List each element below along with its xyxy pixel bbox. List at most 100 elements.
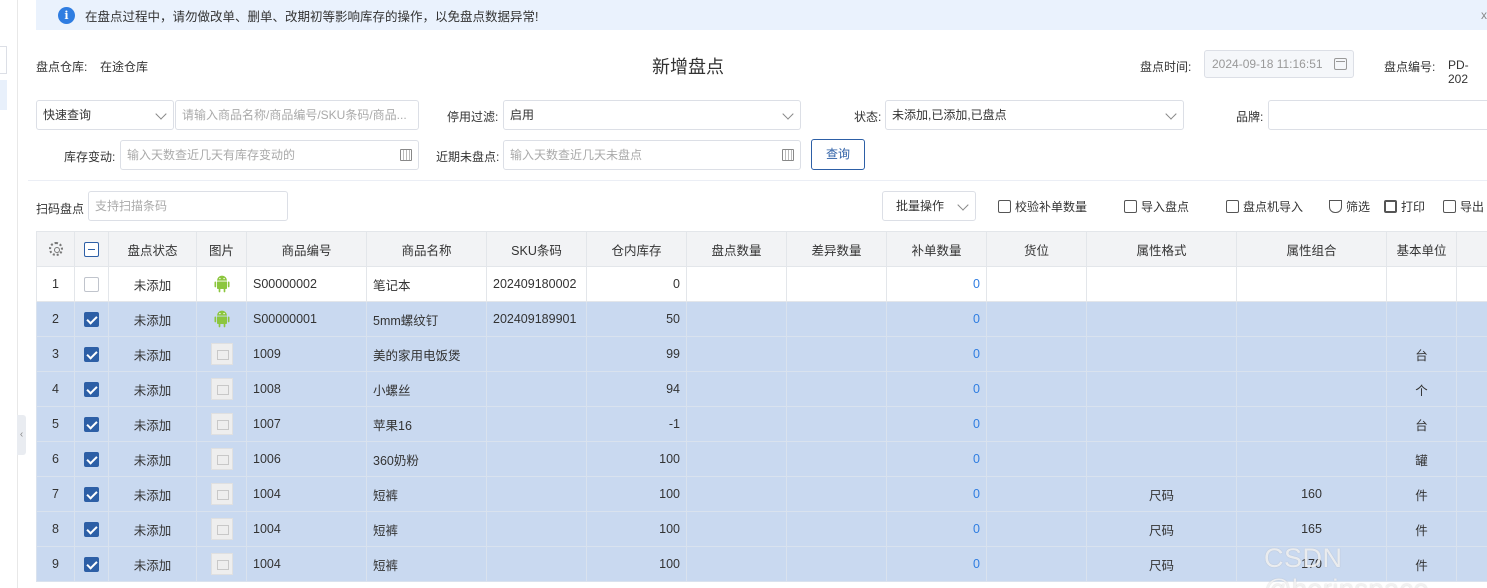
filter-button[interactable]: 筛选 (1329, 198, 1370, 215)
count-quantity[interactable] (686, 266, 787, 302)
device-import-button[interactable]: 盘点机导入 (1226, 198, 1303, 215)
row-checkbox[interactable] (84, 451, 99, 467)
column-header[interactable]: 商品名称 (366, 231, 487, 267)
stock-change-input[interactable]: 输入天数查近几天有库存变动的 (120, 140, 419, 170)
row-checkbox[interactable] (84, 381, 99, 397)
quick-query-select[interactable]: 快速查询 (36, 100, 174, 130)
supplement-quantity[interactable]: 0 (886, 336, 987, 372)
brand-select[interactable] (1268, 100, 1487, 130)
row-select[interactable] (74, 371, 109, 407)
count-time-label: 盘点时间: (1140, 60, 1192, 74)
column-header[interactable]: 属性格式 (1086, 231, 1237, 267)
supplement-quantity[interactable]: 0 (886, 546, 987, 582)
disable-filter-select[interactable]: 启用 (503, 100, 801, 130)
recent-uncounted-input[interactable]: 输入天数查近几天未盘点 (503, 140, 801, 170)
count-quantity[interactable] (686, 476, 787, 512)
close-icon[interactable]: x (1481, 8, 1487, 22)
count-quantity[interactable] (686, 511, 787, 547)
scan-input[interactable]: 支持扫描条码 (88, 191, 288, 221)
row-select[interactable] (74, 476, 109, 512)
disable-filter-value: 启用 (510, 108, 535, 122)
row-select[interactable] (74, 336, 109, 372)
supplement-quantity[interactable]: 0 (886, 406, 987, 442)
row-select[interactable] (74, 301, 109, 337)
row-select[interactable] (74, 511, 109, 547)
count-quantity[interactable] (686, 406, 787, 442)
column-header[interactable]: 差异数量 (786, 231, 887, 267)
count-quantity[interactable] (686, 336, 787, 372)
chevron-down-icon (155, 108, 167, 120)
row-checkbox[interactable] (84, 311, 99, 327)
supplement-quantity[interactable]: 0 (886, 371, 987, 407)
query-button[interactable]: 查询 (811, 139, 865, 170)
row-checkbox[interactable] (84, 521, 99, 537)
import-count-button[interactable]: 导入盘点 (1124, 198, 1189, 215)
supplement-quantity[interactable]: 0 (886, 301, 987, 337)
product-code: S00000001 (246, 301, 367, 337)
supplement-quantity[interactable]: 0 (886, 511, 987, 547)
column-header-extra (1456, 231, 1487, 267)
count-quantity[interactable] (686, 546, 787, 582)
table-row[interactable]: 5 未添加 1007 苹果16 -1 0 台 (36, 406, 1487, 442)
count-quantity[interactable] (686, 441, 787, 477)
extra-cell (1456, 441, 1487, 477)
column-header[interactable]: 补单数量 (886, 231, 987, 267)
column-header[interactable]: 盘点状态 (108, 231, 197, 267)
verify-supplement-button[interactable]: 校验补单数量 (998, 198, 1087, 215)
column-header[interactable]: 盘点数量 (686, 231, 787, 267)
row-select[interactable] (74, 406, 109, 442)
select-all-header[interactable] (74, 231, 109, 267)
supplement-quantity[interactable]: 0 (886, 441, 987, 477)
column-header[interactable]: 图片 (196, 231, 247, 267)
table-row[interactable]: 4 未添加 1008 小螺丝 94 0 个 (36, 371, 1487, 407)
row-select[interactable] (74, 546, 109, 582)
sidebar-item[interactable] (0, 46, 7, 74)
column-header[interactable]: 货位 (986, 231, 1087, 267)
print-button[interactable]: 打印 (1384, 198, 1425, 215)
column-header[interactable]: SKU条码 (486, 231, 587, 267)
supplement-quantity[interactable]: 0 (886, 266, 987, 302)
row-select[interactable] (74, 441, 109, 477)
column-header[interactable]: 商品编号 (246, 231, 367, 267)
table-row[interactable]: 1 未添加 S00000002 笔记本 202409180002 0 0 (36, 266, 1487, 302)
batch-operations-button[interactable]: 批量操作 (882, 191, 976, 221)
column-header[interactable]: 属性组合 (1236, 231, 1387, 267)
sku-barcode (486, 406, 587, 442)
row-select[interactable] (74, 266, 109, 302)
gear-icon[interactable] (48, 242, 63, 257)
count-time-field[interactable]: 2024-09-18 11:16:51 (1204, 50, 1354, 78)
column-header[interactable]: 基本单位 (1386, 231, 1457, 267)
row-checkbox[interactable] (84, 416, 99, 432)
attribute-combination (1236, 301, 1387, 337)
sidebar-collapse-handle[interactable]: ‹ (17, 415, 26, 455)
row-number: 4 (36, 371, 75, 407)
sidebar-item-active[interactable] (0, 80, 7, 110)
table-row[interactable]: 2 未添加 S00000001 5mm螺纹钉 202409189901 50 0 (36, 301, 1487, 337)
extra-cell (1456, 266, 1487, 302)
supplement-quantity[interactable]: 0 (886, 476, 987, 512)
count-quantity[interactable] (686, 301, 787, 337)
location (986, 511, 1087, 547)
count-quantity[interactable] (686, 371, 787, 407)
row-checkbox[interactable] (84, 556, 99, 572)
product-name: 笔记本 (366, 266, 487, 302)
printer-icon (1384, 200, 1397, 213)
product-search-input[interactable]: 请输入商品名称/商品编号/SKU条码/商品... (175, 100, 419, 130)
status-select[interactable]: 未添加,已添加,已盘点 (885, 100, 1184, 130)
row-checkbox[interactable] (84, 486, 99, 502)
table-row[interactable]: 3 未添加 1009 美的家用电饭煲 99 0 台 (36, 336, 1487, 372)
attribute-format (1086, 441, 1237, 477)
table-row[interactable]: 6 未添加 1006 360奶粉 100 0 罐 (36, 441, 1487, 477)
row-number: 8 (36, 511, 75, 547)
table-row[interactable]: 7 未添加 1004 短裤 100 0 尺码 160 件 (36, 476, 1487, 512)
warehouse-stock: 100 (586, 511, 687, 547)
table-row[interactable]: 8 未添加 1004 短裤 100 0 尺码 165 件 (36, 511, 1487, 547)
row-checkbox[interactable] (84, 346, 99, 362)
select-all-checkbox[interactable] (84, 241, 99, 257)
column-settings[interactable] (36, 231, 75, 267)
image-placeholder-icon (210, 448, 233, 470)
export-button[interactable]: 导出 (1443, 198, 1484, 215)
row-checkbox[interactable] (84, 276, 99, 292)
column-header[interactable]: 仓内库存 (586, 231, 687, 267)
brand-label: 品牌: (1236, 110, 1264, 124)
